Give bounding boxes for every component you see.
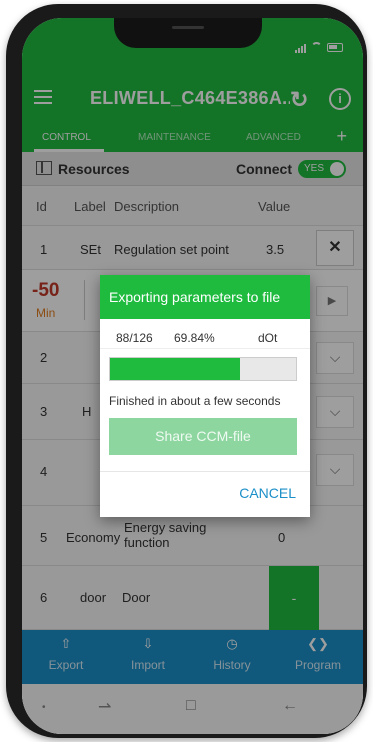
notch [114, 18, 262, 48]
dialog-stats: 88/126 69.84% dOt [100, 319, 310, 349]
share-button[interactable]: Share CCM-file [109, 418, 297, 455]
progress-percent: 69.84% [174, 331, 215, 345]
progress-bar [109, 357, 297, 381]
progress-fill [110, 358, 240, 380]
current-param: dOt [258, 331, 278, 345]
phone-frame: ELIWELL_C464E386A... ↻ i CONTROL MAINTEN… [6, 4, 367, 738]
eta-text: Finished in about a few seconds [109, 394, 281, 408]
speaker [172, 26, 204, 29]
dialog-title: Exporting parameters to file [100, 275, 310, 319]
progress-count: 88/126 [116, 331, 153, 345]
cancel-button[interactable]: CANCEL [239, 485, 296, 501]
export-dialog: Exporting parameters to file 88/126 69.8… [100, 275, 310, 517]
screen: ELIWELL_C464E386A... ↻ i CONTROL MAINTEN… [22, 18, 363, 734]
dialog-divider [100, 471, 310, 472]
